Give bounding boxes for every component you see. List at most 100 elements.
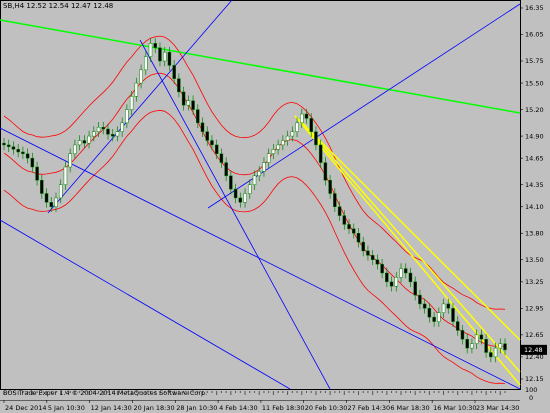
candle-body	[229, 175, 233, 190]
candle-body	[323, 162, 328, 181]
candle-body	[186, 100, 191, 106]
candle-body	[418, 294, 422, 305]
candle-body	[479, 334, 484, 340]
indicator-bar	[499, 391, 501, 395]
price-tick-label: 16.05	[525, 31, 544, 39]
time-tick-label: 11 Feb 18:30	[262, 404, 305, 412]
candle-body	[314, 131, 318, 146]
indicator-bar	[220, 391, 222, 393]
indicator-bar	[324, 391, 326, 393]
time-tick-label: 24 Dec 2014	[5, 404, 47, 412]
trendline-blue-down-2[interactable]	[0, 219, 291, 390]
candle-body	[489, 352, 493, 358]
candle-body	[238, 197, 243, 203]
chart-canvas[interactable]: 16.35 16.05 15.75 15.50 15.20 14.90 14.65 14.35…	[0, 0, 550, 413]
indicator-bar	[372, 391, 374, 395]
candle-body	[493, 347, 498, 358]
candle-body	[281, 140, 285, 146]
indicator-bar	[457, 391, 459, 395]
candle-body	[11, 146, 16, 150]
candle-body	[422, 303, 427, 309]
indicator-bar	[381, 391, 383, 393]
candle-body	[389, 281, 394, 287]
indicator-bar	[353, 391, 355, 393]
candle-body	[318, 144, 323, 163]
indicator-bar	[249, 391, 251, 393]
indicator-bar	[424, 391, 426, 393]
chart-window[interactable]: 16.35 16.05 15.75 15.50 15.20 14.90 14.65 14.35…	[0, 0, 550, 413]
indicator-bar	[447, 391, 449, 393]
indicator-bar	[400, 391, 402, 395]
candle-body	[342, 215, 347, 225]
candle-body	[370, 255, 375, 260]
candle-body	[366, 250, 370, 256]
candle-body	[295, 122, 299, 132]
trendline-blue-down-1[interactable]	[0, 127, 521, 390]
candle-body	[257, 171, 261, 177]
indicator-bar	[466, 391, 468, 393]
candle-body	[16, 149, 20, 153]
candle-body	[503, 343, 507, 351]
indicator-bar	[235, 391, 237, 393]
price-tick-label: 12.95	[525, 305, 544, 313]
candle-body	[413, 281, 417, 296]
candle-body	[474, 334, 479, 344]
indicator-bar	[485, 391, 487, 395]
candle-body	[162, 51, 167, 62]
candle-body	[58, 184, 63, 199]
indicator-bar	[211, 391, 213, 393]
indicator-bar	[428, 391, 430, 395]
candle-body	[139, 69, 143, 84]
price-tick-label: 12.15	[525, 375, 544, 383]
candle-body	[73, 144, 77, 155]
indicator-bar	[315, 391, 317, 395]
candle-body	[262, 162, 266, 172]
indicator-bar	[305, 391, 307, 393]
candle-body	[437, 312, 441, 322]
candle-body	[285, 135, 290, 141]
time-tick-label: 28 Jan 10:30	[176, 404, 217, 412]
candle-body	[337, 206, 342, 216]
trendline-green[interactable]	[0, 19, 521, 114]
indicator-bar	[296, 391, 298, 393]
candle-body	[460, 330, 465, 340]
indicator-bar	[310, 391, 312, 393]
channel-yellow-upper[interactable]	[294, 115, 521, 341]
price-tick-label: 14.35	[525, 181, 544, 189]
candle-body	[427, 308, 432, 318]
candle-body	[110, 134, 115, 137]
time-tick-label: 4 Feb 14:30	[219, 404, 258, 412]
trendline-blue-down-3[interactable]	[139, 39, 331, 390]
candle-body	[2, 142, 6, 146]
candle-body	[304, 113, 309, 119]
indicator-bar	[419, 391, 421, 393]
candle-body	[144, 56, 148, 71]
candle-body	[328, 180, 332, 194]
candle-body	[153, 43, 157, 48]
indicator-bar	[362, 391, 364, 393]
plot-frame	[0, 0, 521, 390]
price-tick-label: 13.25	[525, 278, 544, 286]
indicator-bar	[367, 391, 369, 393]
candle-body	[77, 140, 82, 146]
indicator-bar	[405, 391, 407, 393]
indicator-tick-label: 100	[525, 386, 537, 394]
indicator-bar	[291, 391, 293, 393]
price-tick-label: 15.20	[525, 106, 544, 114]
candle-body	[205, 131, 209, 141]
current-price-label: 12.48	[524, 346, 543, 354]
candle-body	[356, 233, 361, 243]
candle-body	[129, 96, 134, 110]
time-tick-label: 12 Jan 14:30	[91, 404, 132, 412]
indicator-bar	[480, 391, 482, 393]
indicator-bar	[376, 391, 378, 393]
indicator-bar	[476, 391, 478, 393]
indicator-bar	[277, 391, 279, 393]
candle-body	[210, 140, 214, 146]
candle-body	[106, 128, 110, 135]
price-tick-label: 14.90	[525, 132, 544, 140]
trendline-blue-up-1[interactable]	[47, 0, 233, 214]
candle-body	[498, 343, 503, 349]
indicator-bar	[409, 391, 411, 393]
price-tick-label: 15.50	[525, 79, 544, 87]
